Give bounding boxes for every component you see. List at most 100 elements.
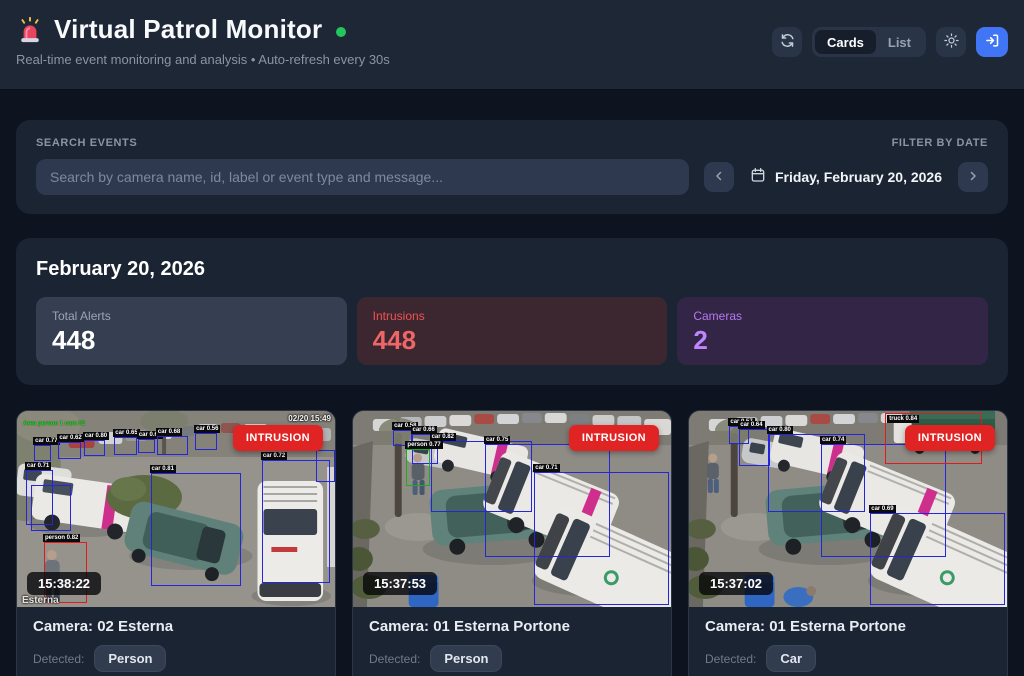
detected-type-badge: Person: [430, 645, 502, 672]
main-content: SEARCH EVENTS FILTER BY DATE: [0, 90, 1024, 676]
detection-label: car 0.69: [869, 505, 895, 513]
summary-date-heading: February 20, 2026: [36, 258, 988, 281]
header-controls: Cards List: [772, 14, 1008, 89]
detection-label: car 0.71: [533, 464, 559, 472]
detection-box: car 0.56: [195, 433, 217, 451]
stat-label: Total Alerts: [52, 309, 331, 323]
selected-date: Friday, February 20, 2026: [775, 169, 942, 185]
stat-card-intrusions: Intrusions 448: [357, 297, 668, 365]
stat-label: Cameras: [693, 309, 972, 323]
detection-box: car 0.81: [151, 473, 242, 587]
login-button[interactable]: [976, 27, 1008, 57]
detection-label: car 0.80: [83, 432, 109, 440]
siren-icon: [16, 16, 44, 44]
event-cards-grid: car 0.71car 0.77car 0.62car 0.80car 0.65…: [16, 410, 1008, 676]
intrusion-badge: INTRUSION: [569, 425, 659, 451]
event-timestamp: 15:37:53: [363, 572, 437, 595]
detection-box: [316, 450, 335, 481]
filter-by-date-label: FILTER BY DATE: [892, 137, 988, 149]
chevron-left-icon: [713, 170, 725, 185]
detection-label: car 0.82: [430, 433, 456, 441]
detection-label: car 0.64: [738, 421, 764, 429]
app-header: Virtual Patrol Monitor Real-time event m…: [0, 0, 1024, 90]
refresh-button[interactable]: [772, 27, 802, 57]
chevron-right-icon: [967, 170, 979, 185]
detection-label: car 0.75: [484, 436, 510, 444]
stat-value: 448: [52, 327, 331, 353]
detection-box: car 0.62: [58, 442, 80, 459]
detection-label: truck 0.84: [887, 415, 919, 423]
detection-box: car 0.77: [34, 445, 51, 461]
detection-label: car 0.77: [33, 437, 59, 445]
osd-clock-text: 02/20 15:49: [288, 414, 331, 423]
log-in-icon: [985, 33, 1000, 51]
detection-label: person 0.77: [405, 441, 442, 449]
detection-box: car 0.64: [739, 429, 770, 466]
camera-name: Camera: 01 Esterna Portone: [705, 618, 991, 635]
detection-label: person 0.82: [43, 534, 80, 542]
event-card[interactable]: car 0.57car 0.64car 0.80car 0.74car 0.69…: [688, 410, 1008, 676]
osd-camera-label: Esterna: [22, 595, 59, 606]
detection-box: car 0.71: [534, 472, 669, 605]
detection-label: car 0.80: [767, 426, 793, 434]
calendar-icon: [750, 167, 766, 188]
camera-name: Camera: 02 Esterna: [33, 618, 319, 635]
event-info: Camera: 02 Esterna Detected: Person: [17, 607, 335, 676]
detection-label: car 0.65: [113, 429, 139, 437]
detection-box: car 0.80: [84, 440, 105, 456]
date-navigation: Friday, February 20, 2026: [704, 162, 988, 192]
page-title: Virtual Patrol Monitor: [54, 14, 322, 45]
detection-label: car 0.71: [25, 462, 51, 470]
osd-area-text: Area person 1 cam 02: [23, 421, 85, 427]
stat-value: 2: [693, 327, 972, 353]
intrusion-badge: INTRUSION: [905, 425, 995, 451]
detection-label: car 0.72: [261, 452, 287, 460]
event-card[interactable]: car 0.58car 0.66car 0.82car 0.75car 0.71…: [352, 410, 672, 676]
camera-name: Camera: 01 Esterna Portone: [369, 618, 655, 635]
event-card[interactable]: car 0.71car 0.77car 0.62car 0.80car 0.65…: [16, 410, 336, 676]
event-timestamp: 15:38:22: [27, 572, 101, 595]
brand-block: Virtual Patrol Monitor Real-time event m…: [16, 14, 390, 89]
refresh-icon: [780, 33, 795, 51]
detection-label: car 0.81: [150, 465, 176, 473]
detection-label: car 0.68: [156, 428, 182, 436]
event-info: Camera: 01 Esterna Portone Detected: Car: [689, 607, 1007, 676]
stat-value: 448: [373, 327, 652, 353]
detection-box: [31, 485, 71, 530]
detection-box: car 0.68: [157, 436, 188, 455]
daily-summary-panel: February 20, 2026 Total Alerts 448 Intru…: [16, 238, 1008, 385]
view-toggle-cards[interactable]: Cards: [815, 30, 876, 54]
event-info: Camera: 01 Esterna Portone Detected: Per…: [353, 607, 671, 676]
detection-box: car 0.60: [138, 439, 155, 452]
detected-type-badge: Car: [766, 645, 816, 672]
sun-icon: [944, 33, 959, 51]
view-toggle: Cards List: [812, 27, 926, 57]
detection-label: car 0.62: [57, 434, 83, 442]
stat-label: Intrusions: [373, 309, 652, 323]
page-subtitle: Real-time event monitoring and analysis …: [16, 52, 390, 67]
camera-snapshot: car 0.58car 0.66car 0.82car 0.75car 0.71…: [353, 411, 671, 607]
detected-label: Detected:: [705, 652, 756, 666]
view-toggle-list[interactable]: List: [876, 30, 923, 54]
camera-snapshot: car 0.71car 0.77car 0.62car 0.80car 0.65…: [17, 411, 335, 607]
detected-label: Detected:: [33, 652, 84, 666]
detection-label: car 0.74: [820, 436, 846, 444]
previous-day-button[interactable]: [704, 162, 734, 192]
stat-card-total-alerts: Total Alerts 448: [36, 297, 347, 365]
detection-label: car 0.56: [194, 425, 220, 433]
search-events-label: SEARCH EVENTS: [36, 137, 137, 149]
detection-box: car 0.69: [870, 513, 1005, 605]
detected-label: Detected:: [369, 652, 420, 666]
status-online-dot: [336, 27, 346, 37]
event-timestamp: 15:37:02: [699, 572, 773, 595]
detection-box: person 0.77: [406, 449, 429, 486]
stat-card-cameras: Cameras 2: [677, 297, 988, 365]
search-filter-panel: SEARCH EVENTS FILTER BY DATE: [16, 120, 1008, 214]
date-display[interactable]: Friday, February 20, 2026: [744, 167, 948, 188]
camera-snapshot: car 0.57car 0.64car 0.80car 0.74car 0.69…: [689, 411, 1007, 607]
search-input[interactable]: [36, 159, 689, 195]
intrusion-badge: INTRUSION: [233, 425, 323, 451]
next-day-button[interactable]: [958, 162, 988, 192]
theme-toggle-button[interactable]: [936, 27, 966, 57]
detection-box: car 0.65: [114, 437, 136, 454]
